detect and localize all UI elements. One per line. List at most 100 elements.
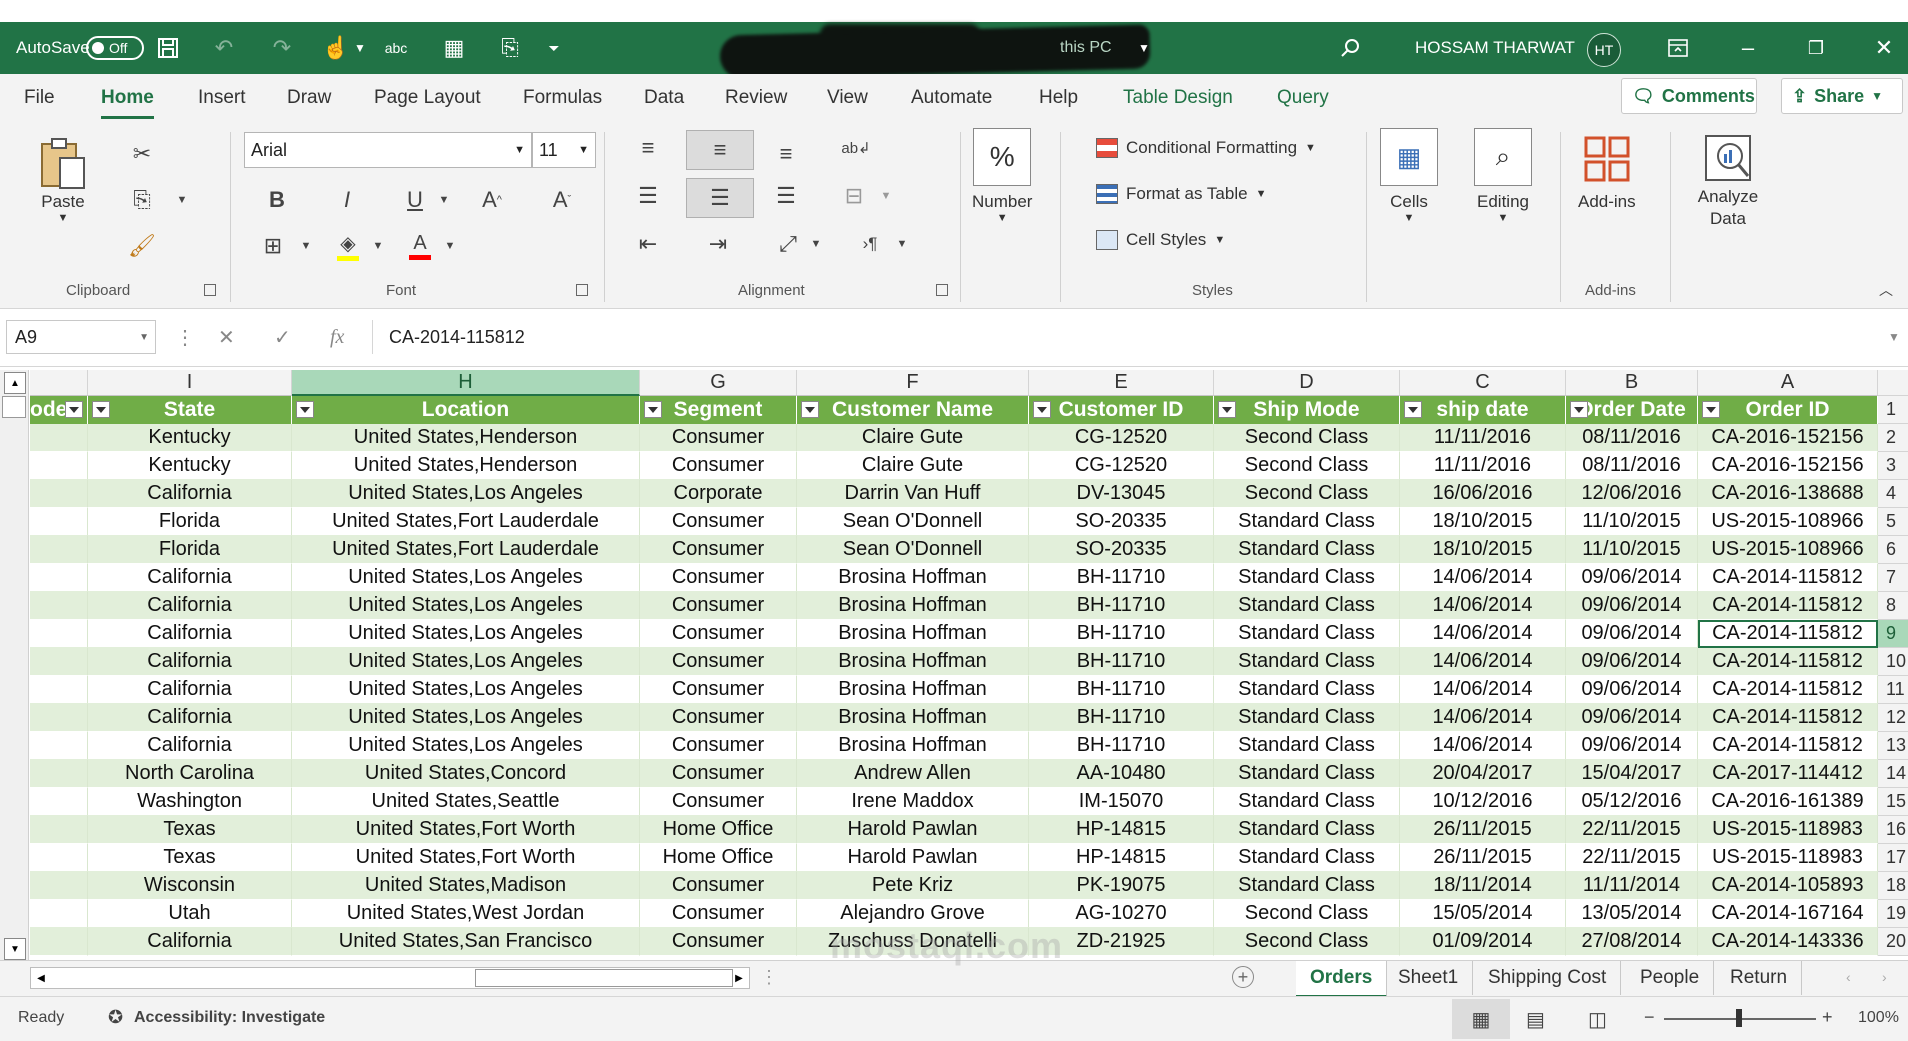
table-cell[interactable]: CA-2014-143336	[1698, 928, 1878, 956]
align-top-icon[interactable]: ≡	[630, 130, 666, 166]
spelling-icon[interactable]: abc	[378, 22, 414, 74]
row-number[interactable]: 11	[1878, 676, 1908, 704]
table-cell[interactable]: United States,Fort Lauderdale	[292, 536, 640, 564]
table-cell[interactable]: 11/10/2015	[1566, 508, 1698, 536]
number-format-button[interactable]: % Number ▼	[972, 128, 1032, 224]
table-cell[interactable]: United States,Seattle	[292, 788, 640, 816]
table-cell[interactable]: California	[88, 648, 292, 676]
table-cell[interactable]: CA-2016-161389	[1698, 788, 1878, 816]
avatar[interactable]: HT	[1587, 33, 1621, 67]
table-cell[interactable]	[30, 592, 88, 620]
table-cell[interactable]: 12/06/2016	[1566, 480, 1698, 508]
table-cell[interactable]: Andrew Allen	[797, 760, 1029, 788]
row-number[interactable]: 1	[1878, 396, 1908, 424]
table-cell[interactable]: California	[88, 620, 292, 648]
row-number[interactable]: 7	[1878, 564, 1908, 592]
text-direction-chevron-icon[interactable]: ▼	[892, 226, 912, 262]
table-cell[interactable]: US-2015-108966	[1698, 536, 1878, 564]
table-cell[interactable]: Standard Class	[1214, 788, 1400, 816]
table-cell[interactable]	[30, 816, 88, 844]
table-cell[interactable]: United States,Fort Worth	[292, 816, 640, 844]
table-cell[interactable]: Standard Class	[1214, 844, 1400, 872]
table-cell[interactable]: United States,West Jordan	[292, 900, 640, 928]
table-cell[interactable]: HP-14815	[1029, 844, 1214, 872]
filter-dropdown-icon[interactable]	[1570, 401, 1588, 418]
table-cell[interactable]: CA-2014-115812	[1698, 676, 1878, 704]
table-cell[interactable]: Kentucky	[88, 452, 292, 480]
cells-button[interactable]: ▦ Cells ▼	[1380, 128, 1438, 224]
table-cell[interactable]: 16/06/2016	[1400, 480, 1566, 508]
table-cell[interactable]: 08/11/2016	[1566, 452, 1698, 480]
table-cell[interactable]: Standard Class	[1214, 620, 1400, 648]
scroll-up-icon[interactable]: ▲	[4, 372, 26, 394]
fill-color-icon[interactable]: ◈	[332, 226, 364, 266]
normal-view-icon[interactable]: ▦	[1452, 999, 1510, 1039]
page-break-view-icon[interactable]: ◫	[1588, 1007, 1607, 1032]
table-cell[interactable]: BH-11710	[1029, 648, 1214, 676]
table-cell[interactable]: United States,Fort Lauderdale	[292, 508, 640, 536]
paste-button[interactable]: Paste ▼	[38, 136, 88, 224]
orientation-chevron-icon[interactable]: ▼	[806, 226, 826, 262]
clipboard-launcher-icon[interactable]	[204, 284, 216, 296]
sheet-tab-people[interactable]: People	[1626, 961, 1715, 995]
copy-icon[interactable]: ⎘	[124, 182, 160, 218]
table-cell[interactable]: California	[88, 928, 292, 956]
table-cell[interactable]: 11/11/2016	[1400, 424, 1566, 452]
row-number[interactable]: 8	[1878, 592, 1908, 620]
editing-button[interactable]: ⌕ Editing ▼	[1474, 128, 1532, 224]
column-letter[interactable]: F	[797, 370, 1029, 396]
table-cell[interactable]: United States,Los Angeles	[292, 676, 640, 704]
splitter-icon[interactable]: ⋮	[760, 967, 778, 988]
table-cell[interactable]: California	[88, 676, 292, 704]
table-cell[interactable]: Consumer	[640, 788, 797, 816]
table-cell[interactable]: CG-12520	[1029, 452, 1214, 480]
comments-button[interactable]: 🗨 Comments	[1621, 78, 1757, 114]
table-cell[interactable]: 10/12/2016	[1400, 788, 1566, 816]
table-cell[interactable]: North Carolina	[88, 760, 292, 788]
tab-view[interactable]: View	[827, 87, 868, 109]
copy-chevron-icon[interactable]: ▼	[172, 182, 192, 218]
table-cell[interactable]	[30, 760, 88, 788]
row-number[interactable]: 18	[1878, 872, 1908, 900]
font-color-chevron-icon[interactable]: ▼	[440, 228, 460, 264]
table-cell[interactable]: United States,Los Angeles	[292, 480, 640, 508]
tab-table-design[interactable]: Table Design	[1123, 87, 1233, 109]
accessibility-icon[interactable]: ✪	[108, 1007, 123, 1028]
table-cell[interactable]: Florida	[88, 536, 292, 564]
table-cell[interactable]	[30, 704, 88, 732]
table-cell[interactable]: BH-11710	[1029, 704, 1214, 732]
table-cell[interactable]: Standard Class	[1214, 648, 1400, 676]
table-cell[interactable]: 14/06/2014	[1400, 592, 1566, 620]
table-cell[interactable]: 11/11/2014	[1566, 872, 1698, 900]
decrease-font-icon[interactable]: Aˇ	[544, 182, 580, 218]
table-cell[interactable]: CA-2014-167164	[1698, 900, 1878, 928]
column-letter[interactable]	[30, 370, 88, 396]
table-cell[interactable]: CA-2014-115812	[1698, 704, 1878, 732]
table-cell[interactable]: Consumer	[640, 900, 797, 928]
table-cell[interactable]: Home Office	[640, 844, 797, 872]
underline-icon[interactable]: U	[400, 182, 430, 218]
table-cell[interactable]: 14/06/2014	[1400, 676, 1566, 704]
table-cell[interactable]: 09/06/2014	[1566, 592, 1698, 620]
calculator-icon[interactable]: ▦	[436, 22, 472, 74]
insert-function-icon[interactable]: fx	[330, 320, 344, 354]
table-cell[interactable]: Washington	[88, 788, 292, 816]
table-cell[interactable]: Brosina Hoffman	[797, 620, 1029, 648]
increase-indent-icon[interactable]: ⇥	[700, 226, 736, 262]
table-cell[interactable]: Second Class	[1214, 928, 1400, 956]
alignment-launcher-icon[interactable]	[936, 284, 948, 296]
table-cell[interactable]: HP-14815	[1029, 816, 1214, 844]
conditional-formatting-button[interactable]: Conditional Formatting ▼	[1096, 138, 1316, 158]
filter-dropdown-icon[interactable]	[801, 401, 819, 418]
table-cell[interactable]: Consumer	[640, 424, 797, 452]
tab-draw[interactable]: Draw	[287, 87, 331, 109]
row-number[interactable]: 6	[1878, 536, 1908, 564]
table-cell[interactable]: Standard Class	[1214, 536, 1400, 564]
table-cell[interactable]: California	[88, 704, 292, 732]
table-cell[interactable]: CA-2014-115812	[1698, 592, 1878, 620]
table-cell[interactable]: Second Class	[1214, 900, 1400, 928]
table-header[interactable]: Order ID	[1698, 396, 1878, 424]
borders-chevron-icon[interactable]: ▼	[296, 228, 316, 264]
table-cell[interactable]: 14/06/2014	[1400, 648, 1566, 676]
table-cell[interactable]: US-2015-118983	[1698, 844, 1878, 872]
